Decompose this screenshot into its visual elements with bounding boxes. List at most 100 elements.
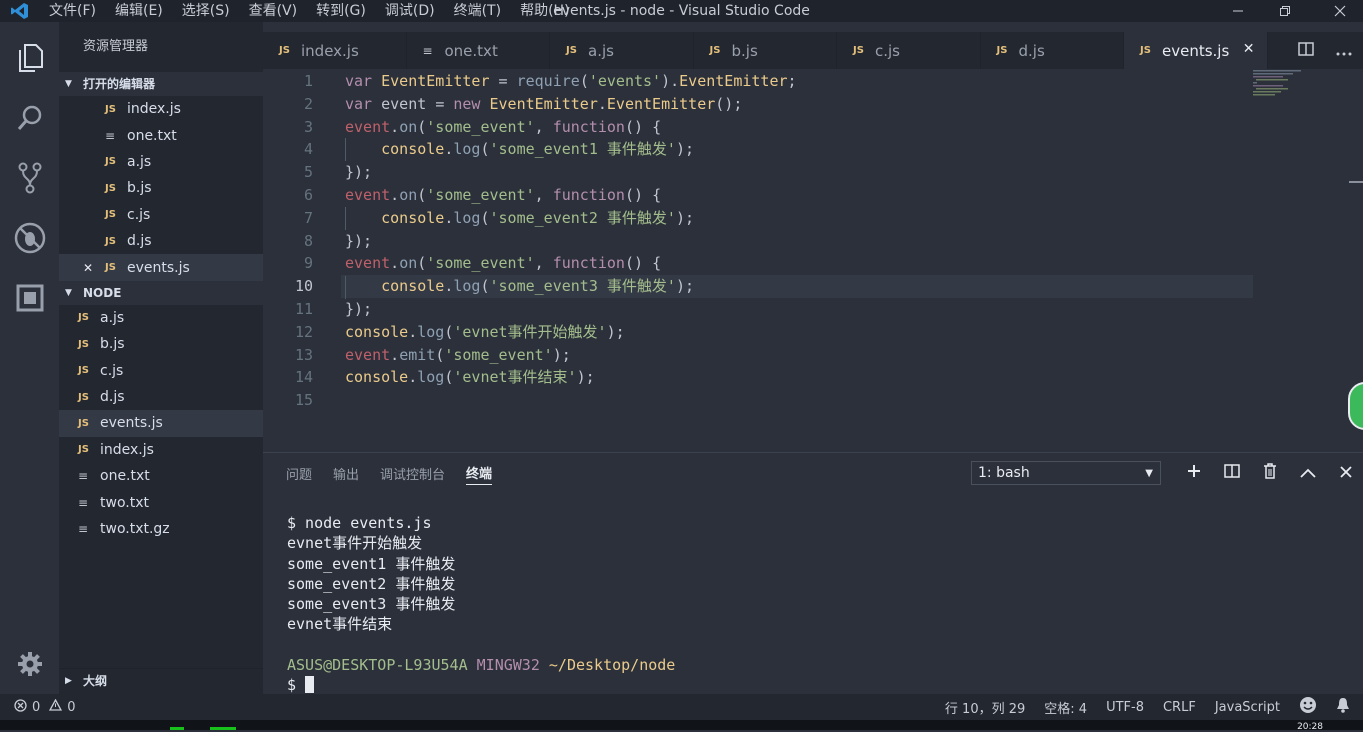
open-editors-header[interactable]: ▼ 打开的编辑器 bbox=[59, 72, 263, 96]
title-bar: 文件(F) 编辑(E) 选择(S) 查看(V) 转到(G) 调试(D) 终端(T) 帮助(H)… bbox=[0, 0, 1363, 22]
panel-tab[interactable]: 终端 bbox=[466, 461, 493, 485]
menu-item[interactable]: 转到(G) bbox=[307, 0, 376, 22]
code-line[interactable]: event.emit('some_event'); bbox=[345, 344, 571, 367]
indentation[interactable]: 空格: 4 bbox=[1044, 698, 1087, 717]
extensions-icon[interactable] bbox=[0, 268, 59, 328]
menu-item[interactable]: 文件(F) bbox=[40, 0, 106, 22]
file-item[interactable]: JS index.js bbox=[59, 437, 263, 463]
file-item[interactable]: JS d.js bbox=[59, 384, 263, 410]
search-icon[interactable] bbox=[0, 88, 59, 148]
floating-badge-icon[interactable] bbox=[1348, 382, 1363, 430]
panel-tab[interactable]: 问题 bbox=[286, 462, 312, 485]
file-item[interactable]: ≡ one.txt bbox=[59, 122, 263, 148]
code-token: . bbox=[390, 254, 400, 273]
maximize-panel-icon[interactable] bbox=[1289, 463, 1327, 483]
file-item[interactable]: JS index.js bbox=[59, 96, 263, 122]
minimap[interactable] bbox=[1252, 69, 1312, 99]
file-item[interactable]: JS events.js bbox=[59, 410, 263, 437]
folder-header[interactable]: ▼ NODE bbox=[59, 280, 263, 305]
outline-header[interactable]: ▶ 大纲 bbox=[59, 668, 263, 693]
explorer-icon[interactable] bbox=[0, 28, 59, 88]
code-line[interactable]: event.on('some_event', function() { bbox=[345, 116, 661, 139]
close-window-icon[interactable] bbox=[1317, 0, 1363, 22]
tab-a-js[interactable]: JS a.js bbox=[550, 32, 694, 69]
menu-item[interactable]: 调试(D) bbox=[376, 0, 445, 22]
new-terminal-icon[interactable] bbox=[1175, 463, 1213, 483]
tab-one-txt[interactable]: ≡ one.txt bbox=[407, 32, 550, 69]
code-editor[interactable]: 1 var EventEmitter = require('events').Ev… bbox=[263, 69, 1363, 453]
restore-icon[interactable] bbox=[1262, 0, 1308, 22]
code-token: . bbox=[390, 186, 400, 204]
notifications-bell-icon[interactable] bbox=[1336, 697, 1350, 717]
panel-tab[interactable]: 输出 bbox=[333, 462, 359, 485]
code-token: console bbox=[381, 277, 445, 296]
terminal-input-line[interactable]: $ bbox=[287, 675, 675, 695]
menu-item[interactable]: 编辑(E) bbox=[106, 0, 173, 22]
file-item[interactable]: JS b.js bbox=[59, 175, 263, 201]
file-name: events.js bbox=[127, 259, 190, 276]
line-number: 8 bbox=[303, 231, 313, 250]
file-item[interactable]: ≡ two.txt.gz bbox=[59, 516, 263, 542]
gear-icon[interactable] bbox=[0, 634, 59, 694]
tab-d-js[interactable]: JS d.js bbox=[981, 32, 1124, 69]
minimize-icon[interactable] bbox=[1215, 0, 1261, 22]
chevron-right-icon: ▶ bbox=[65, 676, 72, 686]
close-tab-icon[interactable]: ✕ bbox=[1243, 41, 1255, 57]
code-line[interactable]: console.log('some_event2 事件触发'); bbox=[345, 207, 694, 230]
code-line[interactable]: }); bbox=[345, 161, 372, 184]
code-token: 'some_event' bbox=[444, 345, 553, 364]
feedback-smiley-icon[interactable] bbox=[1299, 696, 1317, 718]
code-line[interactable]: console.log('evnet事件开始触发'); bbox=[345, 321, 625, 344]
tab-events-js[interactable]: JS events.js ✕ bbox=[1124, 32, 1268, 69]
tab-c-js[interactable]: JS c.js bbox=[837, 32, 981, 69]
problems-indicator[interactable]: 0 0 bbox=[14, 698, 76, 716]
panel-tab[interactable]: 调试控制台 bbox=[380, 462, 445, 485]
menu-item[interactable]: 选择(S) bbox=[173, 0, 240, 22]
file-item[interactable]: JS c.js bbox=[59, 202, 263, 228]
file-item[interactable]: ✕ JS events.js bbox=[59, 254, 263, 281]
split-terminal-icon[interactable] bbox=[1213, 463, 1251, 483]
explorer-sidebar: 资源管理器 ▼ 打开的编辑器 JS index.js ≡ one.txt JS a.js J… bbox=[59, 22, 263, 694]
code-token: event bbox=[345, 254, 391, 273]
encoding[interactable]: UTF-8 bbox=[1106, 700, 1144, 715]
more-actions-icon[interactable] bbox=[1325, 42, 1363, 60]
file-item[interactable]: JS a.js bbox=[59, 149, 263, 175]
close-icon[interactable]: ✕ bbox=[83, 261, 105, 275]
code-line[interactable]: }); bbox=[345, 298, 372, 321]
prompt-path: ~/Desktop/node bbox=[548, 656, 676, 675]
code-line[interactable]: console.log('some_event3 事件触发'); bbox=[345, 275, 694, 298]
tab-b-js[interactable]: JS b.js bbox=[694, 32, 837, 69]
code-line[interactable]: console.log('evnet事件结束'); bbox=[345, 366, 595, 389]
code-token: console bbox=[381, 208, 445, 227]
debug-icon[interactable] bbox=[0, 208, 59, 268]
source-control-icon[interactable] bbox=[0, 148, 59, 208]
menu-item[interactable]: 查看(V) bbox=[240, 0, 308, 22]
language-mode[interactable]: JavaScript bbox=[1215, 700, 1280, 715]
file-item[interactable]: ≡ one.txt bbox=[59, 463, 263, 489]
code-line[interactable]: event.on('some_event', function() { bbox=[345, 252, 661, 275]
code-line[interactable]: console.log('some_event1 事件触发'); bbox=[345, 138, 694, 161]
menu-item[interactable]: 终端(T) bbox=[445, 0, 511, 22]
code-token: 'events' bbox=[588, 72, 662, 90]
file-item[interactable]: JS b.js bbox=[59, 331, 263, 357]
code-line[interactable]: event.on('some_event', function() { bbox=[345, 184, 661, 207]
file-item[interactable]: ≡ two.txt bbox=[59, 489, 263, 515]
menu-item[interactable]: 帮助(H) bbox=[511, 0, 579, 22]
trash-icon[interactable] bbox=[1251, 462, 1289, 484]
split-editor-icon[interactable] bbox=[1287, 41, 1325, 60]
tab-index-js[interactable]: JS index.js bbox=[263, 32, 407, 69]
file-item[interactable]: JS a.js bbox=[59, 305, 263, 331]
file-item[interactable]: JS c.js bbox=[59, 358, 263, 384]
terminal-select[interactable]: 1: bash ▼ bbox=[971, 461, 1161, 485]
code-line[interactable]: }); bbox=[345, 230, 372, 253]
file-item[interactable]: JS d.js bbox=[59, 228, 263, 254]
close-panel-icon[interactable] bbox=[1327, 463, 1363, 483]
code-token: { bbox=[652, 117, 662, 136]
terminal-output[interactable]: $ node events.js evnet事件开始触发 some_event1 事… bbox=[287, 513, 675, 696]
cursor-position[interactable]: 行 10，列 29 bbox=[945, 698, 1025, 717]
code-line[interactable]: var event = new EventEmitter.EventEmitte… bbox=[345, 93, 742, 116]
line-ending[interactable]: CRLF bbox=[1163, 700, 1196, 715]
code-line[interactable]: var EventEmitter = require('events').Eve… bbox=[345, 70, 797, 93]
